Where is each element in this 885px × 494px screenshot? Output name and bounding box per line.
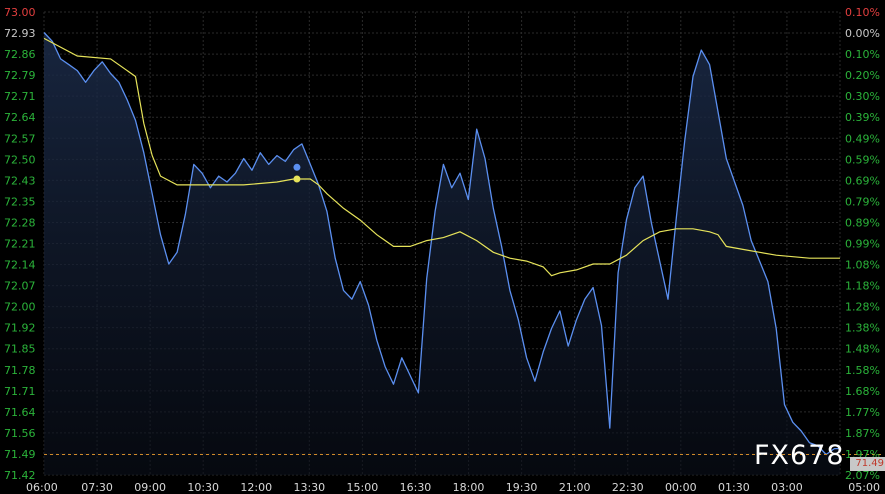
y-tick-label: 71.56 xyxy=(4,427,36,440)
pct-tick-label: 0.79% xyxy=(845,195,880,208)
x-tick-label: 22:30 xyxy=(612,481,644,494)
pct-tick-label: 1.48% xyxy=(845,343,880,356)
x-tick-label: 18:00 xyxy=(453,481,485,494)
y-tick-label: 71.64 xyxy=(4,406,36,419)
price-chart: 73.00 72.93 72.86 72.79 72.71 72.64 72.57 72.50… xyxy=(0,0,885,494)
pct-tick-label: 1.28% xyxy=(845,301,880,314)
watermark: FX678 xyxy=(754,440,845,471)
pct-tick-label: 0.10% xyxy=(845,6,880,19)
y-axis-right: 0.10% 0.00% 0.10% 0.20% 0.30% 0.39% 0.49% 0.59%… xyxy=(845,6,880,482)
pct-tick-label: 0.59% xyxy=(845,153,880,166)
pct-tick-label: 1.77% xyxy=(845,406,880,419)
x-tick-label: 16:30 xyxy=(400,481,432,494)
current-price-tag: 71.49 xyxy=(850,457,885,471)
y-tick-label: 72.93 xyxy=(4,27,36,40)
x-tick-label: 06:00 xyxy=(26,481,58,494)
y-tick-label: 72.57 xyxy=(4,132,36,145)
y-tick-label: 72.14 xyxy=(4,259,36,272)
x-tick-label: 19:30 xyxy=(506,481,538,494)
pct-tick-label: 1.68% xyxy=(845,385,880,398)
average-marker-dot xyxy=(293,175,301,183)
pct-tick-label: 1.58% xyxy=(845,364,880,377)
x-tick-label: 21:00 xyxy=(559,481,591,494)
y-tick-label: 71.92 xyxy=(4,322,36,335)
y-tick-label: 72.07 xyxy=(4,280,36,293)
y-tick-label: 72.86 xyxy=(4,48,36,61)
pct-tick-label: 0.20% xyxy=(845,69,880,82)
x-tick-label: 00:00 xyxy=(665,481,697,494)
y-tick-label: 72.43 xyxy=(4,174,36,187)
x-tick-label: 12:00 xyxy=(240,481,272,494)
x-tick-label: 09:00 xyxy=(134,481,166,494)
x-tick-label: 03:00 xyxy=(771,481,803,494)
pct-tick-label: 0.99% xyxy=(845,238,880,251)
y-tick-label: 72.79 xyxy=(4,69,36,82)
y-tick-label: 72.28 xyxy=(4,216,36,229)
pct-tick-label: 1.18% xyxy=(845,280,880,293)
pct-tick-label: 0.49% xyxy=(845,132,880,145)
pct-tick-label: 0.39% xyxy=(845,111,880,124)
y-tick-label: 72.00 xyxy=(4,301,36,314)
x-tick-label: 05:00 xyxy=(848,481,880,494)
x-tick-label: 07:30 xyxy=(81,481,113,494)
price-marker-dot xyxy=(293,163,301,171)
y-tick-label: 71.78 xyxy=(4,364,36,377)
pct-tick-label: 0.30% xyxy=(845,90,880,103)
pct-tick-label: 1.87% xyxy=(845,427,880,440)
y-tick-label: 73.00 xyxy=(4,6,36,19)
pct-tick-label: 0.10% xyxy=(845,48,880,61)
pct-tick-label: 1.38% xyxy=(845,322,880,335)
y-tick-label: 72.64 xyxy=(4,111,36,124)
y-tick-label: 71.49 xyxy=(4,448,36,461)
y-axis-left: 73.00 72.93 72.86 72.79 72.71 72.64 72.57 72.50… xyxy=(4,6,36,482)
pct-tick-label: 1.08% xyxy=(845,259,880,272)
y-tick-label: 72.21 xyxy=(4,238,36,251)
x-tick-label: 15:00 xyxy=(347,481,379,494)
y-tick-label: 72.71 xyxy=(4,90,36,103)
y-tick-label: 71.71 xyxy=(4,385,36,398)
y-tick-label: 72.50 xyxy=(4,153,36,166)
y-tick-label: 72.35 xyxy=(4,195,36,208)
pct-tick-label: 0.69% xyxy=(845,174,880,187)
x-tick-label: 01:30 xyxy=(718,481,750,494)
y-tick-label: 71.85 xyxy=(4,343,36,356)
x-tick-label: 10:30 xyxy=(187,481,219,494)
x-tick-label: 13:30 xyxy=(293,481,325,494)
pct-tick-label: 0.00% xyxy=(845,27,880,40)
pct-tick-label: 0.89% xyxy=(845,216,880,229)
